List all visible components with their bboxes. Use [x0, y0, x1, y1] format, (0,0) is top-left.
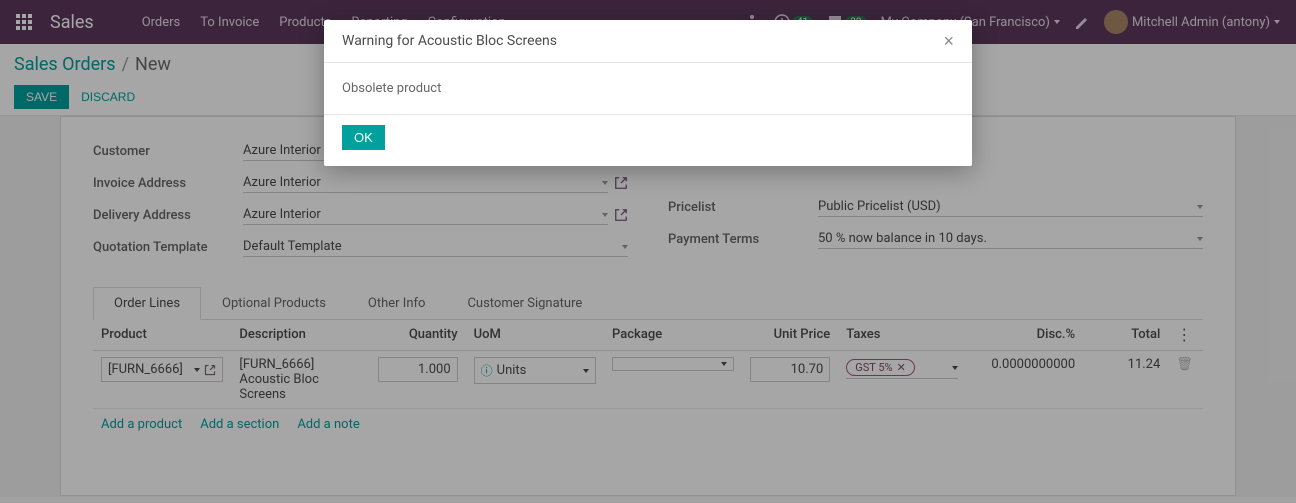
modal-title: Warning for Acoustic Bloc Screens	[342, 33, 557, 49]
modal-overlay: Warning for Acoustic Bloc Screens × Obso…	[0, 0, 1296, 503]
modal-ok-button[interactable]: OK	[342, 125, 385, 150]
modal-body: Obsolete product	[324, 63, 972, 114]
warning-modal: Warning for Acoustic Bloc Screens × Obso…	[324, 20, 972, 166]
modal-close-button[interactable]: ×	[943, 32, 954, 50]
